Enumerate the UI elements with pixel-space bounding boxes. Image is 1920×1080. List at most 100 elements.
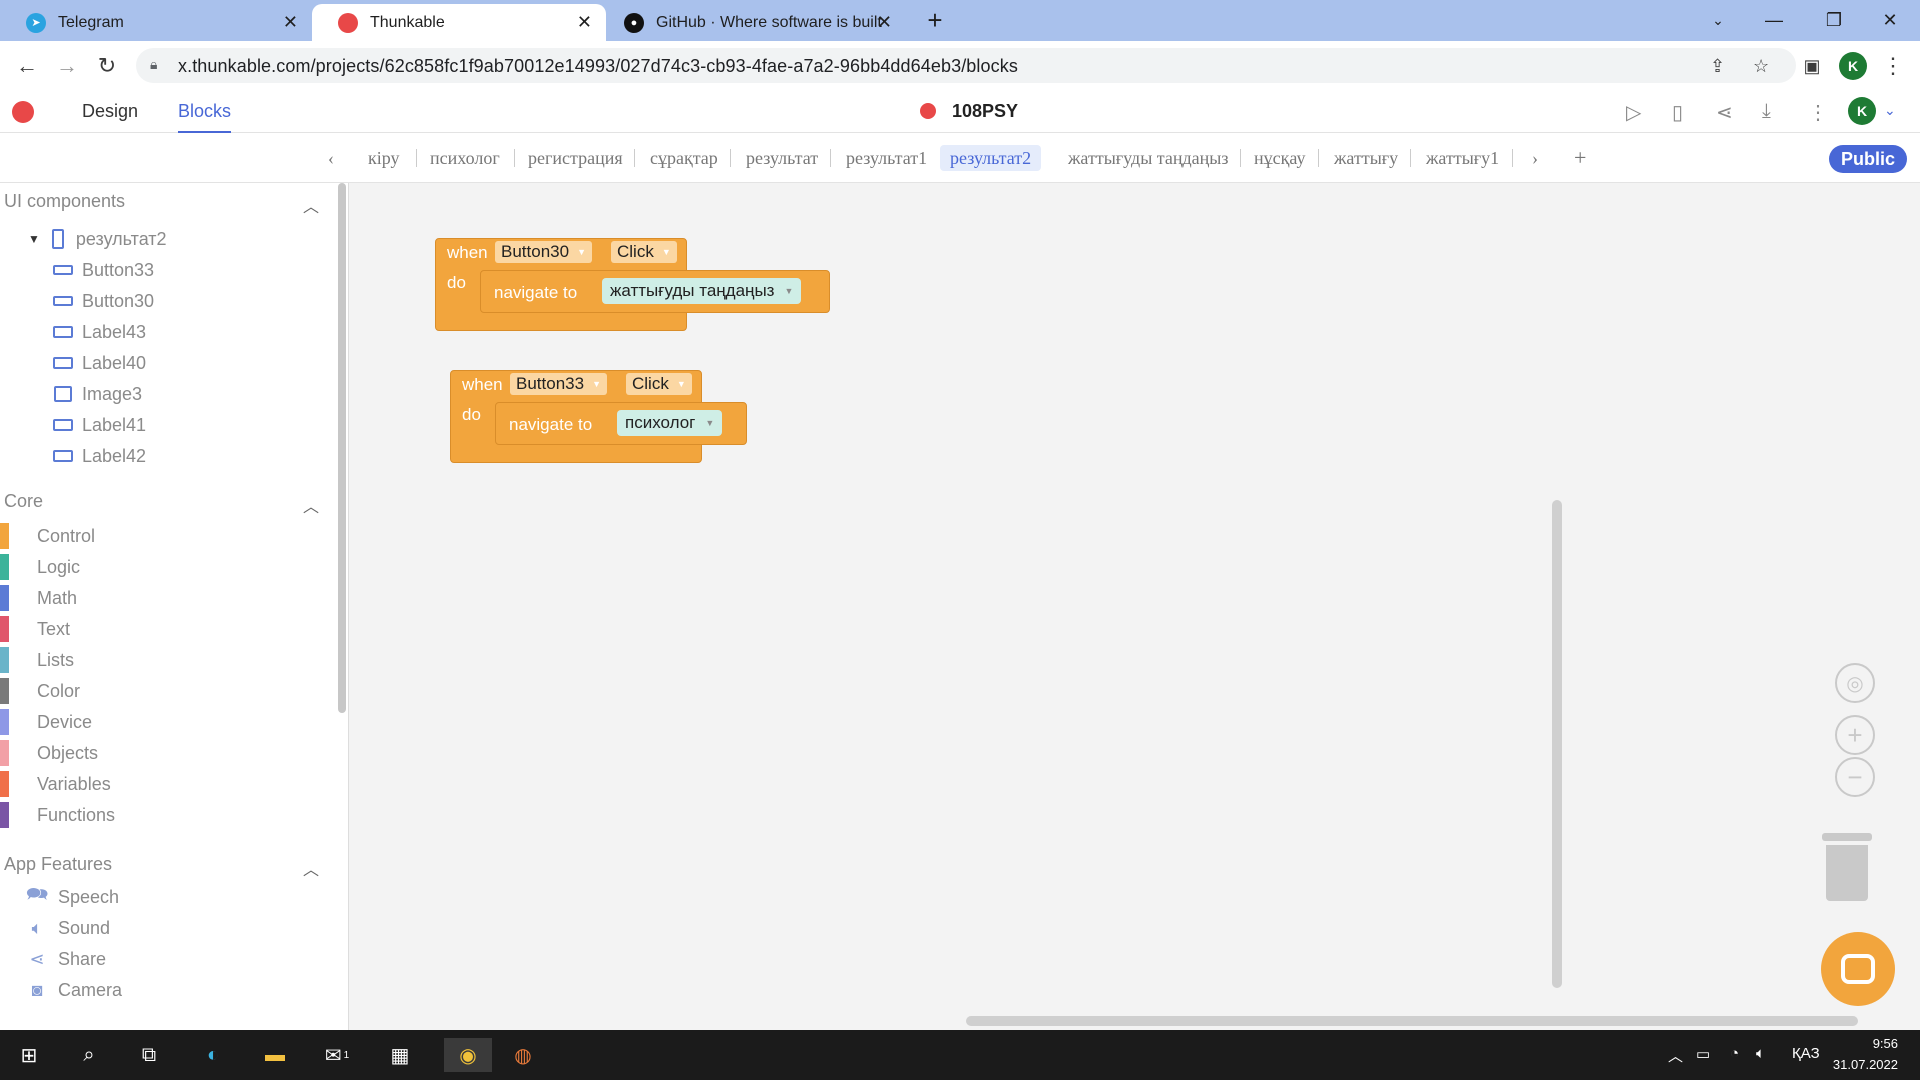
- tree-item[interactable]: Button33: [52, 258, 154, 282]
- zoom-in-icon[interactable]: +: [1835, 715, 1875, 755]
- tab-design[interactable]: Design: [82, 101, 138, 122]
- feature-camera[interactable]: ◙ Camera: [26, 977, 122, 1003]
- tree-item[interactable]: Label40: [52, 351, 146, 375]
- task-view-icon[interactable]: ⧉: [132, 1038, 166, 1072]
- category-variables[interactable]: Variables: [0, 771, 111, 797]
- app-icon[interactable]: ◍: [506, 1038, 540, 1072]
- blocks-workspace[interactable]: when Button30 ▼ Click ▼ do navigate to жат…: [350, 183, 1920, 1030]
- avatar[interactable]: K: [1839, 52, 1867, 80]
- user-avatar[interactable]: K: [1848, 97, 1876, 125]
- close-icon[interactable]: ✕: [577, 12, 592, 33]
- edge-icon[interactable]: ◐: [196, 1038, 230, 1072]
- public-button[interactable]: Public: [1829, 145, 1907, 173]
- language-indicator[interactable]: ҚАЗ: [1792, 1045, 1820, 1062]
- project-name[interactable]: 108PSY: [952, 101, 1018, 122]
- download-icon[interactable]: ⤓: [1762, 100, 1771, 123]
- browser-menu-icon[interactable]: ⋮: [1878, 51, 1908, 81]
- windows-start-icon[interactable]: ⊞: [12, 1038, 46, 1072]
- forward-icon[interactable]: →: [52, 51, 82, 81]
- play-icon[interactable]: ▷: [1626, 100, 1641, 125]
- trash-icon[interactable]: [1822, 833, 1872, 901]
- caret-down-icon[interactable]: ▼: [28, 232, 40, 246]
- device-preview-icon[interactable]: ▯: [1672, 100, 1683, 125]
- component-dropdown[interactable]: Button30 ▼: [495, 241, 592, 263]
- screen-dropdown[interactable]: жаттығуды таңдаңыз ▼: [602, 278, 802, 304]
- recenter-icon[interactable]: ◎: [1835, 663, 1875, 703]
- event-dropdown[interactable]: Click ▼: [611, 241, 677, 263]
- restore-icon[interactable]: ❐: [1806, 0, 1862, 41]
- tree-item[interactable]: Label41: [52, 413, 146, 437]
- feature-share[interactable]: ⋖ Share: [26, 946, 106, 972]
- category-math[interactable]: Math: [0, 585, 77, 611]
- wifi-icon[interactable]: ◔: [1730, 1045, 1739, 1062]
- component-dropdown[interactable]: Button33 ▼: [510, 373, 607, 395]
- close-icon[interactable]: ✕: [283, 12, 298, 33]
- system-clock[interactable]: 9:56 31.07.2022: [1822, 1033, 1898, 1075]
- screen-tab[interactable]: жаттығу1: [1416, 145, 1509, 171]
- screen-tab[interactable]: кіру: [358, 145, 410, 171]
- workspace-horizontal-scrollbar[interactable]: [966, 1016, 1858, 1026]
- tray-chevron-up-icon[interactable]: ︿: [1668, 1045, 1683, 1066]
- file-explorer-icon[interactable]: ▬: [258, 1038, 292, 1072]
- event-dropdown[interactable]: Click ▼: [626, 373, 692, 395]
- screen-tab[interactable]: сұрақтар: [640, 145, 728, 171]
- screen-tab[interactable]: результат: [736, 145, 828, 171]
- bookmark-star-icon[interactable]: ☆: [1753, 56, 1769, 77]
- core-title[interactable]: Core: [4, 491, 43, 512]
- new-tab-button[interactable]: +: [907, 0, 963, 41]
- chat-support-button[interactable]: [1821, 932, 1895, 1006]
- category-text[interactable]: Text: [0, 616, 70, 642]
- store-icon[interactable]: ▦: [383, 1038, 417, 1072]
- screen-tab-active[interactable]: результат2: [940, 145, 1042, 171]
- screen-tab[interactable]: нұсқау: [1244, 145, 1315, 171]
- screen-dropdown[interactable]: психолог ▼: [617, 410, 723, 436]
- browser-tab-thunkable[interactable]: Thunkable ✕: [312, 4, 606, 41]
- mail-icon[interactable]: ✉ 1: [320, 1038, 354, 1072]
- zoom-out-icon[interactable]: −: [1835, 757, 1875, 797]
- sidebar-scrollbar[interactable]: [338, 183, 346, 713]
- back-icon[interactable]: ←: [12, 51, 42, 81]
- extensions-icon[interactable]: ▣: [1797, 51, 1827, 81]
- volume-icon[interactable]: 🔈︎: [1756, 1045, 1765, 1062]
- tree-item[interactable]: Button30: [52, 289, 154, 313]
- category-functions[interactable]: Functions: [0, 802, 115, 828]
- scroll-right-icon[interactable]: ›: [1522, 145, 1548, 171]
- workspace-vertical-scrollbar[interactable]: [1552, 500, 1562, 988]
- screen-tab[interactable]: регистрация: [518, 145, 633, 171]
- share-icon[interactable]: ⋖: [1716, 100, 1733, 125]
- share-page-icon[interactable]: ⇪: [1710, 56, 1725, 77]
- tab-blocks[interactable]: Blocks: [178, 101, 232, 133]
- more-menu-icon[interactable]: ⋮: [1808, 100, 1828, 125]
- reload-icon[interactable]: ↻: [92, 51, 122, 81]
- tree-item[interactable]: Label42: [52, 444, 146, 468]
- tree-screen-node[interactable]: ▼ результат2: [28, 227, 167, 251]
- chevron-up-icon[interactable]: ︿: [303, 856, 319, 880]
- close-icon[interactable]: ✕: [877, 12, 892, 33]
- app-features-title[interactable]: App Features: [4, 854, 112, 875]
- tree-item[interactable]: Image3: [52, 382, 142, 406]
- screen-tab[interactable]: психолог: [420, 145, 510, 171]
- address-bar[interactable]: 🔒︎ x.thunkable.com/projects/62c858fc1f9a…: [136, 48, 1796, 83]
- search-icon[interactable]: ⌕: [72, 1038, 106, 1072]
- ui-components-title[interactable]: UI components: [4, 191, 125, 212]
- tab-search-icon[interactable]: ⌄: [1690, 0, 1746, 41]
- category-objects[interactable]: Objects: [0, 740, 98, 766]
- category-lists[interactable]: Lists: [0, 647, 74, 673]
- chrome-icon[interactable]: ◉: [444, 1038, 492, 1072]
- feature-sound[interactable]: 🔈︎ Sound: [26, 915, 110, 941]
- browser-tab-telegram[interactable]: ➤ Telegram ✕: [0, 4, 313, 41]
- tree-item[interactable]: Label43: [52, 320, 146, 344]
- thunkable-logo[interactable]: [12, 101, 34, 123]
- category-logic[interactable]: Logic: [0, 554, 80, 580]
- category-color[interactable]: Color: [0, 678, 80, 704]
- chevron-up-icon[interactable]: ︿: [303, 193, 319, 217]
- scroll-left-icon[interactable]: ‹: [318, 145, 344, 171]
- battery-icon[interactable]: ▭: [1696, 1045, 1710, 1063]
- category-control[interactable]: Control: [0, 523, 95, 549]
- browser-tab-github[interactable]: ● GitHub · Where software is built ✕: [606, 4, 906, 41]
- screen-tab[interactable]: жаттығу: [1324, 145, 1408, 171]
- add-screen-icon[interactable]: +: [1564, 145, 1596, 171]
- minimize-icon[interactable]: —: [1746, 0, 1802, 41]
- chevron-up-icon[interactable]: ︿: [303, 493, 319, 517]
- chevron-down-icon[interactable]: ⌄: [1884, 102, 1896, 119]
